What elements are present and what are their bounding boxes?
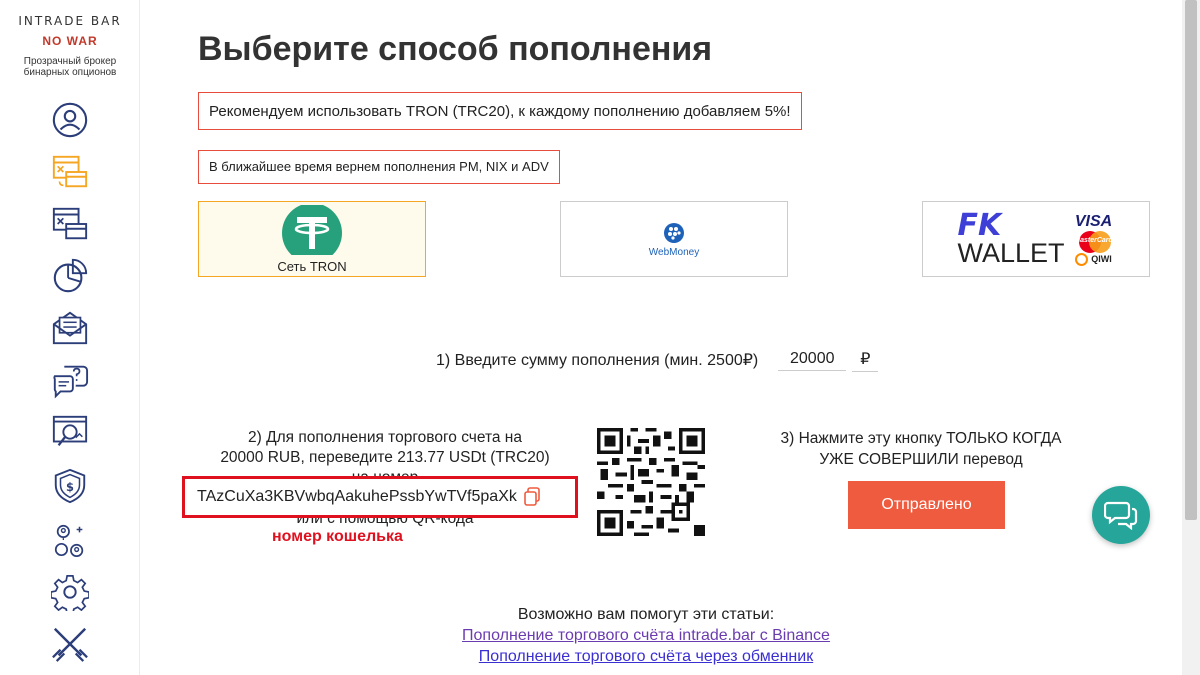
sidebar-item-support[interactable] bbox=[50, 360, 90, 400]
sidebar-item-tournaments[interactable] bbox=[50, 624, 90, 664]
svg-text:$: $ bbox=[66, 480, 74, 494]
fk-wallet-logo: FK WALLET bbox=[957, 208, 1065, 268]
user-icon bbox=[52, 102, 88, 138]
sidebar-item-settings[interactable] bbox=[50, 572, 90, 612]
page-title: Выберите способ пополнения bbox=[198, 30, 713, 68]
gear-icon bbox=[51, 574, 89, 611]
sidebar-item-statistics[interactable] bbox=[50, 256, 90, 296]
page-scrollbar[interactable] bbox=[1182, 0, 1200, 675]
article-link-exchanger[interactable]: Пополнение торгового счёта через обменни… bbox=[436, 646, 856, 667]
crossed-swords-icon bbox=[52, 627, 88, 662]
copy-icon[interactable] bbox=[523, 487, 541, 507]
question-chat-icon bbox=[53, 365, 89, 399]
mail-icon bbox=[52, 311, 88, 345]
tron-recommendation-notice: Рекомендуем использовать TRON (TRC20), к… bbox=[198, 92, 802, 130]
logo[interactable]: INTRADE BAR NO WAR Прозрачный брокер бин… bbox=[0, 14, 140, 78]
card-brands: VISA MasterCard QIWI bbox=[1073, 213, 1115, 266]
wallet-address[interactable]: TAzCuXa3KBVwbqAakuhePssbYwTVf5paXk bbox=[197, 488, 517, 506]
qiwi-icon bbox=[1075, 252, 1089, 266]
sidebar-item-security[interactable]: $ bbox=[50, 466, 90, 506]
step3-line-1: 3) Нажмите эту кнопку ТОЛЬКО КОГДА bbox=[780, 430, 1062, 447]
logo-text: INTRADE BAR bbox=[18, 14, 122, 28]
support-chat-button[interactable] bbox=[1092, 486, 1150, 544]
currency-select[interactable]: ₽ bbox=[852, 347, 879, 372]
sidebar: INTRADE BAR NO WAR Прозрачный брокер бин… bbox=[0, 0, 140, 675]
sidebar-item-withdraw[interactable] bbox=[50, 204, 90, 244]
chat-bubbles-icon bbox=[1104, 501, 1138, 530]
step1-amount-row: 1) Введите сумму пополнения (мин. 2500₽)… bbox=[436, 347, 879, 372]
tagline-line-1: Прозрачный брокер bbox=[23, 56, 117, 67]
withdraw-icon bbox=[52, 207, 88, 240]
payment-methods-return-notice: В ближайшее время вернем пополнения PM, … bbox=[198, 150, 560, 184]
article-link-binance[interactable]: Пополнение торгового счёта intrade.bar с… bbox=[436, 625, 856, 646]
visa-logo: VISA bbox=[1074, 212, 1113, 230]
logo-slogan: NO WAR bbox=[42, 34, 98, 48]
sidebar-item-analytics[interactable] bbox=[50, 412, 90, 452]
sidebar-item-profile[interactable] bbox=[50, 100, 90, 140]
referral-icon bbox=[54, 524, 84, 558]
step3-instructions: 3) Нажмите эту кнопку ТОЛЬКО КОГДА УЖЕ С… bbox=[736, 428, 1106, 470]
qiwi-logo: QIWI bbox=[1075, 252, 1112, 266]
main-content: Выберите способ пополнения Рекомендуем и… bbox=[140, 0, 1182, 675]
search-chart-icon bbox=[52, 415, 88, 446]
step2-line-2: 20000 RUB, переведите 213.77 USDt (TRC20… bbox=[220, 449, 550, 466]
amount-input[interactable] bbox=[778, 348, 847, 371]
sidebar-item-referral[interactable] bbox=[50, 520, 90, 560]
wallet-number-annotation: номер кошелька bbox=[272, 528, 403, 545]
step1-label: 1) Введите сумму пополнения (мин. 2500₽) bbox=[436, 351, 759, 369]
mastercard-label: MasterCard bbox=[1074, 236, 1113, 244]
method-tron[interactable]: Сеть TRON bbox=[198, 201, 426, 277]
logo-tagline: Прозрачный брокер бинарных опционов bbox=[0, 56, 140, 78]
method-fk-wallet[interactable]: FK WALLET VISA MasterCard QIWI bbox=[922, 201, 1150, 277]
tagline-line-2: бинарных опционов bbox=[23, 67, 117, 78]
wallet-address-box[interactable]: TAzCuXa3KBVwbqAakuhePssbYwTVf5paXk bbox=[182, 476, 578, 518]
mastercard-logo: MasterCard bbox=[1073, 230, 1115, 253]
wallet-word: WALLET bbox=[957, 238, 1065, 268]
sidebar-item-deposit[interactable] bbox=[50, 152, 90, 192]
method-webmoney-label: WebMoney bbox=[648, 246, 700, 258]
qr-code bbox=[597, 428, 705, 536]
webmoney-globe-icon bbox=[664, 222, 684, 243]
fk-mark: FK bbox=[957, 208, 1002, 243]
deposit-icon bbox=[52, 155, 88, 188]
step2-line-1: 2) Для пополнения торгового счета на bbox=[248, 429, 522, 446]
sidebar-item-messages[interactable] bbox=[50, 308, 90, 348]
qiwi-label: QIWI bbox=[1091, 254, 1112, 264]
help-articles: Возможно вам помогут эти статьи: Пополне… bbox=[436, 604, 856, 667]
method-tron-label: Сеть TRON bbox=[277, 258, 347, 274]
scrollbar-thumb[interactable] bbox=[1185, 0, 1197, 520]
help-articles-title: Возможно вам помогут эти статьи: bbox=[517, 606, 775, 623]
sent-confirm-button[interactable]: Отправлено bbox=[848, 481, 1005, 529]
shield-dollar-icon: $ bbox=[54, 468, 86, 504]
pie-chart-icon bbox=[53, 258, 88, 293]
tether-logo-icon bbox=[282, 204, 342, 255]
step3-line-2: УЖЕ СОВЕРШИЛИ перевод bbox=[819, 451, 1023, 468]
method-webmoney[interactable]: WebMoney bbox=[560, 201, 788, 277]
